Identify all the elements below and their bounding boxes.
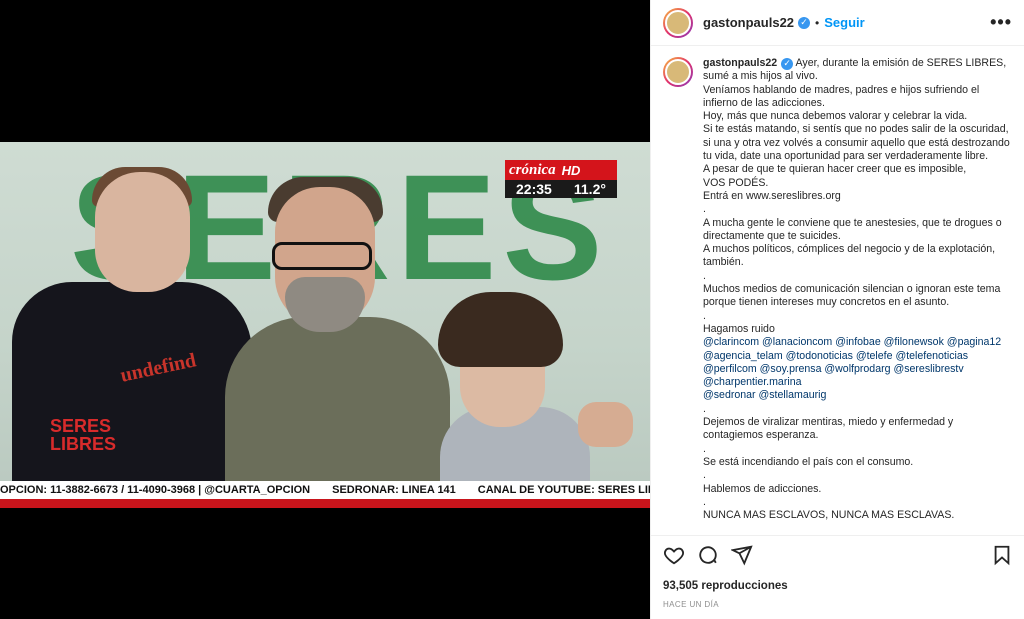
caption-line: Hagamos ruido bbox=[703, 322, 775, 335]
avatar-image bbox=[665, 59, 691, 85]
caption-line: . bbox=[703, 203, 706, 216]
caption-line: porque tienen intereses muy concretos en… bbox=[703, 296, 950, 309]
hand bbox=[578, 402, 633, 447]
caption-line: Se está incendiando el país con el consu… bbox=[703, 455, 914, 468]
caption-first-line: gastonpauls22 ✓ Ayer, durante la emisión … bbox=[703, 57, 1013, 70]
caption-line: Dejemos de viralizar mentiras, miedo y e… bbox=[703, 416, 954, 429]
caption-mentions[interactable]: @perfilcom @soy.prensa @wolfprodarg @ser… bbox=[703, 363, 1013, 376]
caption-line: si una y otra vez volvés a consumir aque… bbox=[703, 136, 1010, 149]
caption-line: . bbox=[703, 495, 706, 508]
separator-dot: • bbox=[815, 15, 820, 30]
avatar[interactable] bbox=[663, 7, 693, 38]
caption-line: tu vida, date una oportunidad para ser v… bbox=[703, 150, 989, 163]
caption-mentions[interactable]: @agencia_telam @todonoticias @telefe @te… bbox=[703, 350, 1013, 363]
video-player[interactable]: SERES undefind SERES LIBRES crónica HD 2… bbox=[0, 142, 650, 508]
caption-line: Si te estás matando, si sentís que no po… bbox=[703, 123, 1009, 136]
channel-hd: HD bbox=[561, 162, 581, 178]
comment-icon[interactable] bbox=[697, 544, 719, 566]
girl-face bbox=[95, 172, 190, 292]
share-icon[interactable] bbox=[731, 544, 753, 566]
verified-icon: ✓ bbox=[798, 16, 811, 29]
hoodie-logo: SERES LIBRES bbox=[50, 417, 116, 453]
views-count[interactable]: 93,505 reproducciones bbox=[663, 580, 1013, 592]
caption-line: . bbox=[703, 402, 706, 415]
hoodie-logo-line1: SERES bbox=[50, 416, 112, 436]
caption-username[interactable]: gastonpauls22 bbox=[703, 57, 777, 69]
caption-mentions[interactable]: @charpentier.marina bbox=[703, 376, 1013, 389]
caption-line: . bbox=[703, 469, 706, 482]
caption-line: Ayer, durante la emisión de SERES LIBRES… bbox=[795, 57, 1007, 69]
caption-line: Muchos medios de comunicación silencian … bbox=[703, 283, 1001, 296]
caption-line: Entrá en www.sereslibres.org bbox=[703, 189, 841, 202]
clock: 22:35 bbox=[516, 181, 552, 197]
news-ticker: OPCION: 11-3882-6673 / 11-4090-3968 | @C… bbox=[0, 481, 650, 499]
girl-figure bbox=[12, 282, 252, 508]
caption-line: NUNCA MAS ESCLAVOS, NUNCA MAS ESCLAVAS. bbox=[703, 509, 955, 522]
post-time[interactable]: HACE UN DÍA bbox=[663, 600, 1013, 609]
post-media[interactable]: SERES undefind SERES LIBRES crónica HD 2… bbox=[0, 0, 650, 619]
username[interactable]: gastonpauls22 bbox=[703, 15, 794, 30]
temperature: 11.2° bbox=[573, 181, 606, 197]
caption-area[interactable]: gastonpauls22 ✓ Ayer, durante la emisión … bbox=[651, 47, 1024, 534]
caption-line: directamente que te suicides. bbox=[703, 229, 841, 242]
caption-line: VOS PODÉS. bbox=[703, 176, 769, 189]
caption: gastonpauls22 ✓ Ayer, durante la emisión … bbox=[703, 57, 1013, 522]
follow-button[interactable]: Seguir bbox=[824, 15, 864, 30]
caption-avatar[interactable] bbox=[663, 57, 693, 87]
caption-line: Hablemos de adicciones. bbox=[703, 482, 822, 495]
caption-line: A pesar de que te quieran hacer creer qu… bbox=[703, 163, 967, 176]
caption-line: . bbox=[703, 269, 706, 282]
channel-logo: crónica HD 22:35 11.2° bbox=[505, 160, 617, 200]
caption-line: sumé a mis hijos al vivo. bbox=[703, 70, 818, 83]
bookmark-icon[interactable] bbox=[991, 544, 1013, 566]
caption-mentions[interactable]: @sedronar @stellamaurig bbox=[703, 389, 1013, 402]
ticker-item: OPCION: 11-3882-6673 / 11-4090-3968 | @C… bbox=[0, 484, 311, 496]
caption-line: . bbox=[703, 309, 706, 322]
caption-line: Veníamos hablando de madres, padres e hi… bbox=[703, 83, 980, 96]
caption-line: también. bbox=[703, 256, 744, 269]
caption-line: contagiemos esperanza. bbox=[703, 429, 819, 442]
post-header: gastonpauls22 ✓ • Seguir ••• bbox=[651, 0, 1024, 46]
ticker-item: CANAL DE YOUTUBE: SERES LIBRES bbox=[477, 484, 650, 496]
caption-line: . bbox=[703, 442, 706, 455]
avatar-image bbox=[665, 9, 691, 36]
verified-icon: ✓ bbox=[781, 57, 794, 70]
glasses bbox=[272, 242, 372, 270]
heart-icon[interactable] bbox=[663, 544, 685, 566]
caption-line: A muchos políticos, cómplices del negoci… bbox=[703, 243, 996, 256]
caption-line: A mucha gente le conviene que te anestes… bbox=[703, 216, 1002, 229]
post-panel: gastonpauls22 ✓ • Seguir ••• gastonpauls… bbox=[650, 0, 1024, 619]
post-actions: 93,505 reproducciones HACE UN DÍA bbox=[651, 535, 1024, 619]
man-figure bbox=[225, 317, 450, 508]
hoodie-logo-line2: LIBRES bbox=[50, 434, 117, 454]
more-options-icon[interactable]: ••• bbox=[990, 12, 1012, 33]
caption-mentions[interactable]: @clarincom @lanacioncom @infobae @filone… bbox=[703, 336, 1013, 349]
channel-name: crónica bbox=[509, 161, 556, 178]
ticker-item: SEDRONAR: LINEA 141 bbox=[332, 484, 456, 496]
caption-line: infierno de las adicciones. bbox=[703, 96, 825, 109]
caption-line: Hoy, más que nunca debemos valorar y cel… bbox=[703, 110, 968, 123]
ticker-bar bbox=[0, 499, 650, 508]
